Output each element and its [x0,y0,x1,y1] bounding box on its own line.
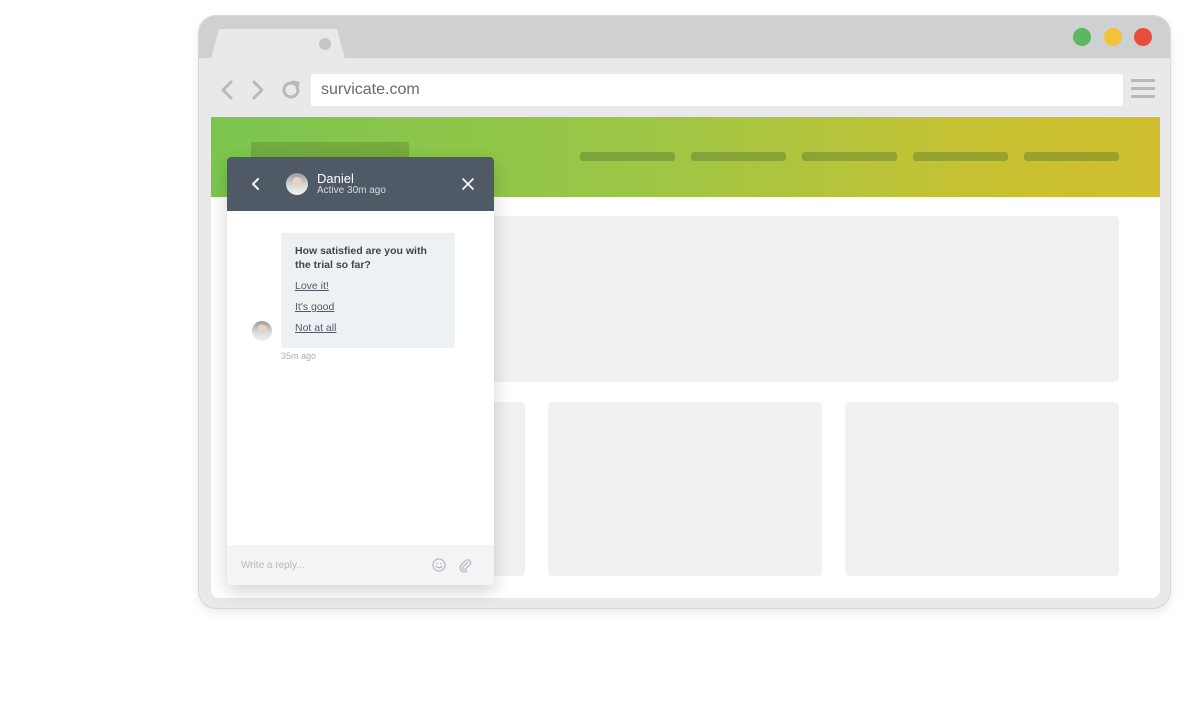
agent-name: Daniel [317,171,354,186]
window-close-button[interactable] [1134,28,1152,46]
hamburger-menu-icon[interactable] [1131,79,1155,101]
chat-header: Daniel Active 30m ago [227,157,494,211]
chevron-left-icon[interactable] [247,174,265,194]
agent-avatar [286,173,308,195]
chat-widget: Daniel Active 30m ago How satisfied are … [227,157,494,585]
close-icon[interactable] [459,175,477,193]
site-nav-item[interactable] [691,152,786,161]
browser-titlebar [199,16,1170,59]
reply-bar [227,545,494,585]
window-maximize-button[interactable] [1073,28,1091,46]
browser-navbar: survicate.com [199,72,1170,108]
site-nav-item[interactable] [802,152,897,161]
site-nav-item[interactable] [580,152,675,161]
reload-icon[interactable] [279,72,303,108]
address-bar[interactable]: survicate.com [311,74,1123,106]
survey-option-its-good[interactable]: It's good [295,301,441,314]
forward-arrow-icon[interactable] [246,72,270,108]
paperclip-icon[interactable] [457,557,473,573]
survey-question: How satisfied are you with the trial so … [295,245,427,271]
site-nav-item[interactable] [913,152,1008,161]
reply-input[interactable] [241,555,421,575]
back-arrow-icon[interactable] [215,72,239,108]
survey-option-not-at-all[interactable]: Not at all [295,322,441,335]
survey-message-bubble: How satisfied are you with the trial so … [281,233,455,348]
message-avatar [252,321,272,341]
survey-option-love-it[interactable]: Love it! [295,280,441,293]
card-placeholder [548,402,822,576]
window-minimize-button[interactable] [1104,28,1122,46]
agent-status: Active 30m ago [317,185,386,196]
card-placeholder [845,402,1119,576]
site-nav-item[interactable] [1024,152,1119,161]
emoji-icon[interactable] [431,557,447,573]
tab-indicator-dot [319,38,331,50]
message-timestamp: 35m ago [281,351,317,361]
